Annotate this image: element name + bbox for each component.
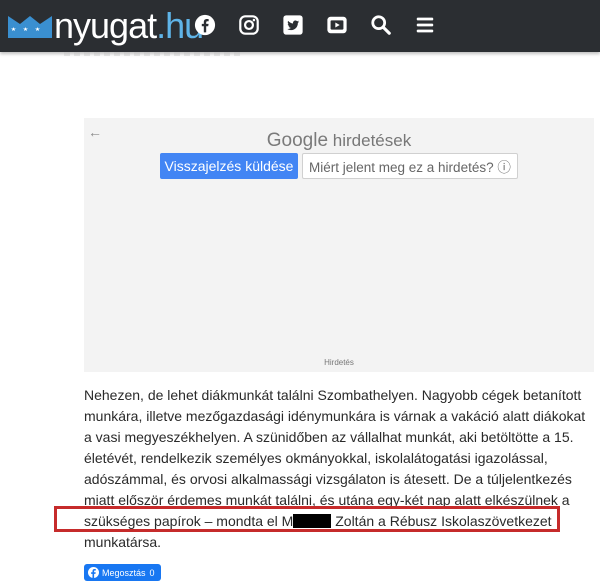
- site-logo[interactable]: nyugat.hu: [8, 5, 204, 46]
- facebook-icon[interactable]: [194, 14, 216, 36]
- google-brand: Google: [266, 130, 329, 151]
- why-this-ad-button[interactable]: Miért jelent meg ez a hirdetés? ⓘ: [302, 153, 518, 179]
- send-feedback-button[interactable]: Visszajelzés küldése: [160, 153, 298, 179]
- facebook-share-icon: [88, 567, 99, 578]
- ad-title-suffix: hirdetések: [332, 131, 412, 150]
- google-ad-panel: ← Google hirdetések Visszajelzés küldése…: [84, 118, 594, 372]
- logo-text: nyugat.hu: [54, 5, 204, 46]
- cropped-text-remnant: [64, 52, 244, 56]
- ad-label: Hirdetés: [324, 358, 354, 367]
- menu-icon[interactable]: [414, 14, 436, 36]
- share-count: 0: [149, 567, 155, 578]
- facebook-share-button[interactable]: Megosztás 0: [84, 564, 161, 581]
- highlight-annotation: [54, 506, 560, 532]
- site-header: nyugat.hu: [0, 0, 600, 52]
- ad-title: Google hirdetések: [84, 130, 594, 152]
- search-icon[interactable]: [370, 14, 392, 36]
- twitter-icon[interactable]: [282, 14, 304, 36]
- logo-mark-icon: [8, 16, 52, 38]
- youtube-icon[interactable]: [326, 14, 348, 36]
- social-nav: [194, 14, 458, 36]
- instagram-icon[interactable]: [238, 14, 260, 36]
- share-label: Megosztás: [102, 567, 146, 578]
